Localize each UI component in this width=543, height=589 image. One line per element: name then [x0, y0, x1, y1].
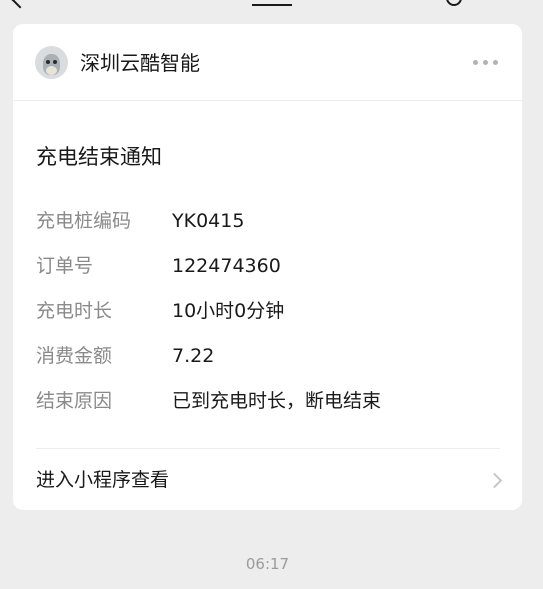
field-label: 订单号 — [36, 255, 94, 277]
field-row-order-number: 订单号 122474360 — [36, 252, 506, 280]
field-row-duration: 充电时长 10小时0分钟 — [36, 297, 506, 325]
account-avatar[interactable] — [35, 46, 68, 79]
avatar-eye-left — [46, 60, 50, 64]
message-timestamp: 06:17 — [245, 555, 290, 573]
notice-title: 充电结束通知 — [36, 145, 162, 169]
more-dot — [473, 59, 478, 65]
top-navigation-bar — [0, 0, 543, 10]
field-value: 已到充电时长，断电结束 — [172, 390, 382, 412]
card-header: 深圳云酷智能 — [13, 24, 522, 101]
avatar-eye-right — [53, 60, 57, 64]
field-value: YK0415 — [172, 210, 245, 232]
back-arrow-icon[interactable] — [11, 0, 29, 9]
account-name[interactable]: 深圳云酷智能 — [80, 50, 200, 76]
field-label: 消费金额 — [36, 345, 113, 367]
open-mini-program-label: 进入小程序查看 — [36, 469, 170, 491]
field-row-end-reason: 结束原因 已到充电时长，断电结束 — [36, 387, 506, 415]
field-label: 结束原因 — [36, 390, 113, 412]
template-message-card: 深圳云酷智能 充电结束通知 充电桩编码 YK0415 订单号 122474360… — [13, 24, 522, 510]
field-value: 10小时0分钟 — [172, 300, 285, 322]
field-value: 7.22 — [172, 345, 215, 367]
chat-title-fragment — [252, 0, 292, 6]
more-dots-icon[interactable] — [473, 57, 501, 67]
open-mini-program-link[interactable]: 进入小程序查看 — [13, 449, 522, 510]
field-row-amount: 消费金额 7.22 — [36, 342, 506, 370]
search-icon[interactable] — [446, 0, 462, 6]
field-label: 充电桩编码 — [36, 210, 132, 232]
field-value: 122474360 — [172, 255, 281, 277]
chevron-right-icon — [486, 472, 503, 489]
avatar-belly — [46, 66, 57, 75]
field-row-pile-code: 充电桩编码 YK0415 — [36, 207, 506, 235]
more-dot — [493, 59, 498, 65]
more-dot — [483, 59, 488, 65]
field-label: 充电时长 — [36, 300, 113, 322]
